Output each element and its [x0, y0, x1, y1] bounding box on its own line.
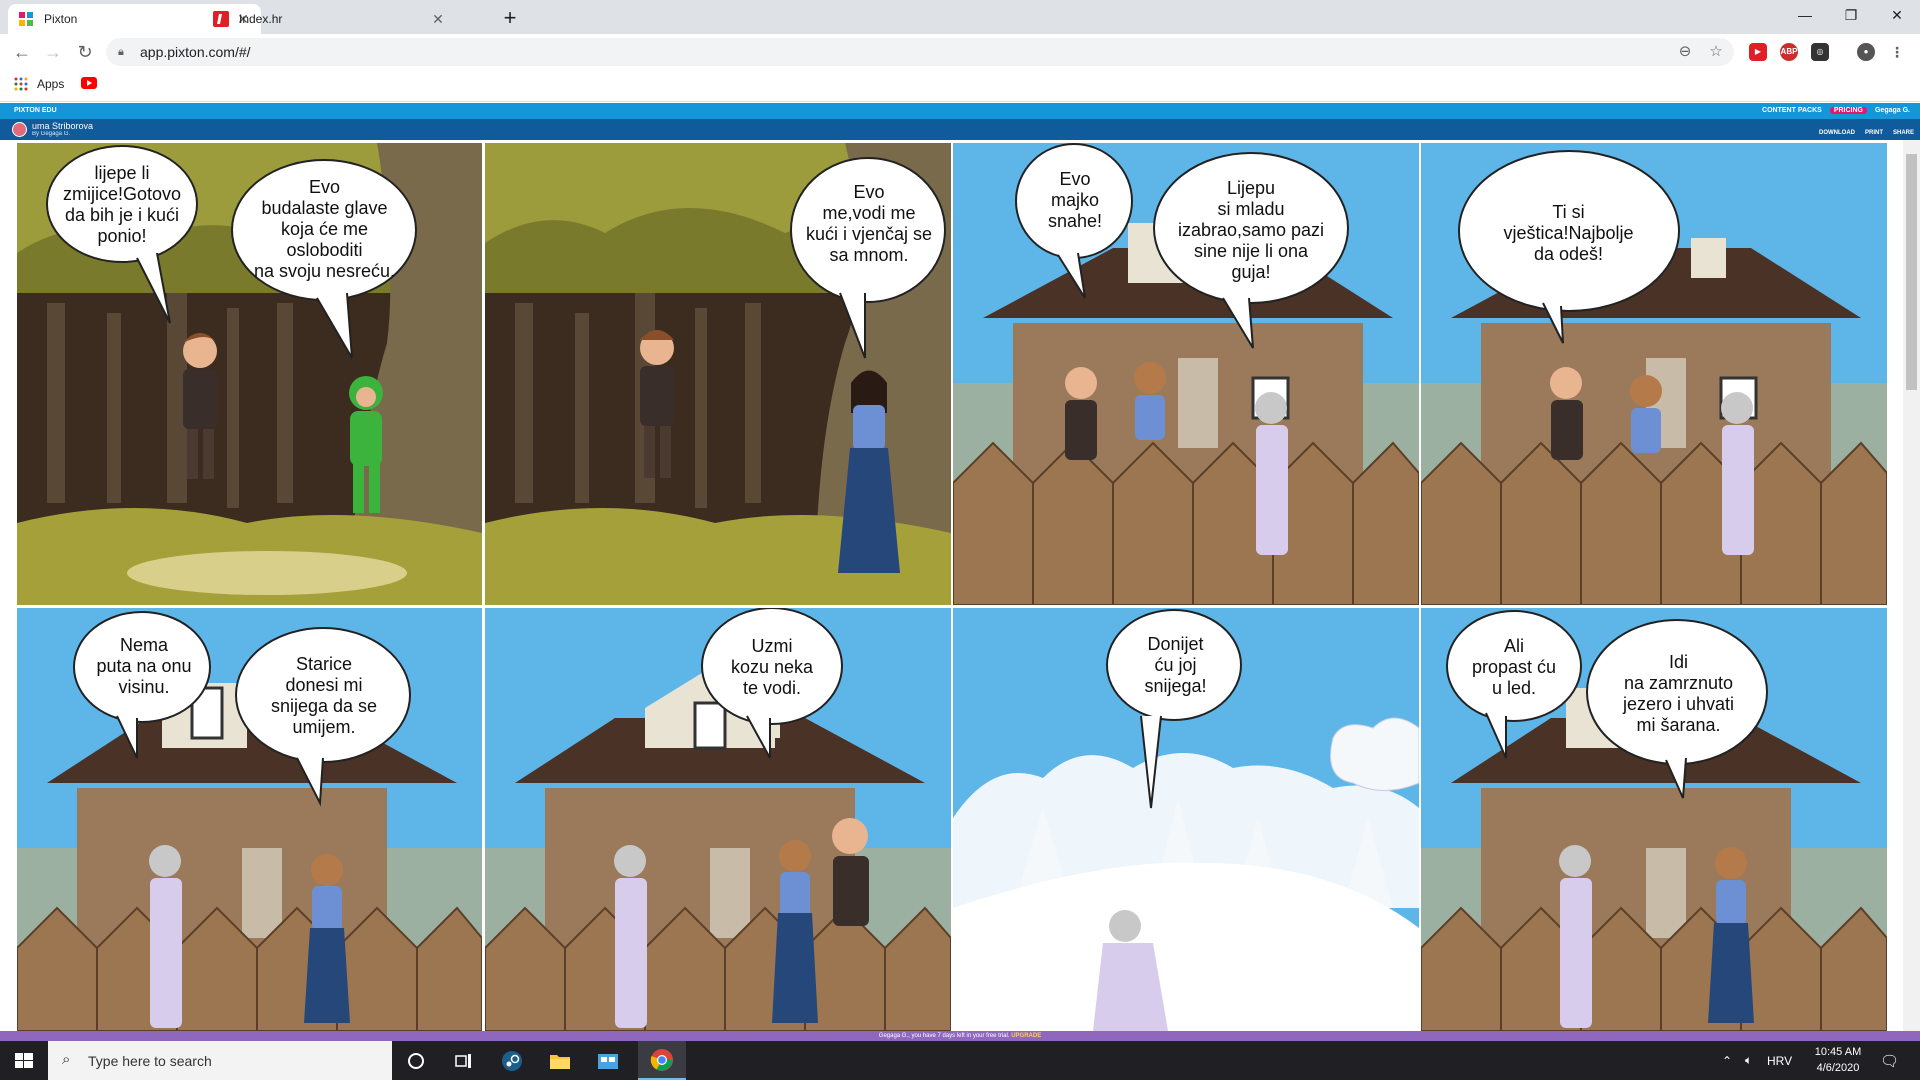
comic-title: uma Striborova — [32, 121, 94, 131]
comic-panel-5[interactable]: Nema puta na onu visinu. Starice donesi … — [17, 608, 482, 1031]
speech-bubble: Starice donesi mi snijega da se umijem. — [270, 654, 378, 737]
user-menu[interactable]: Gegaga G. — [1875, 107, 1910, 114]
tab-index-hr[interactable]: Index.hr ✕ — [203, 4, 456, 34]
volume-icon[interactable]: 🔈︎ — [1745, 1041, 1752, 1080]
content-packs-link[interactable]: CONTENT PACKS — [1762, 107, 1822, 114]
zoom-icon[interactable]: ⊖ — [1675, 42, 1695, 62]
task-view-icon[interactable] — [440, 1041, 488, 1080]
avatar[interactable] — [12, 122, 27, 137]
close-window-button[interactable]: ✕ — [1874, 0, 1920, 30]
language-indicator[interactable]: HRV — [1767, 1041, 1792, 1080]
taskbar-search-box[interactable]: ⌕ Type here to search — [48, 1041, 392, 1080]
clock-time: 10:45 AM — [1814, 1046, 1862, 1058]
speech-bubble: Idi na zamrznuto jezero i uhvati mi šara… — [1622, 651, 1735, 735]
speech-bubble: Evo budalaste glave koja će me oslobodit… — [253, 176, 396, 281]
adblock-icon[interactable]: ABP — [1780, 43, 1798, 61]
comic-panel-3[interactable]: Evo majko snahe! Lijepu si mladu izabrao… — [953, 143, 1419, 605]
clock-date: 4/6/2020 — [1816, 1062, 1860, 1074]
file-explorer-icon[interactable] — [536, 1041, 584, 1080]
share-button[interactable]: SHARE — [1893, 130, 1914, 136]
comic-header: uma Striborova By Gegaga G. DOWNLOAD PRI… — [0, 119, 1920, 140]
comic-canvas: lijepe li zmijice!Gotovo da bih je i kuć… — [0, 140, 1920, 1031]
profile-avatar[interactable]: ● — [1857, 43, 1875, 61]
steam-icon[interactable] — [488, 1041, 536, 1080]
new-tab-button[interactable]: + — [496, 5, 524, 33]
back-arrow-icon[interactable]: ← — [9, 39, 35, 65]
notifications-icon[interactable]: 🗨︎ — [1880, 1041, 1899, 1080]
windows-taskbar: ⌕ Type here to search ⌃ 🔈︎ HRV 10:45 AM … — [0, 1041, 1920, 1080]
index-hr-icon — [213, 11, 229, 27]
tray-chevron-icon[interactable]: ⌃ — [1722, 1041, 1732, 1080]
browser-tab-strip: Pixton ✕ Index.hr ✕ + — ❐ ✕ — [0, 0, 1920, 34]
forward-arrow-icon[interactable]: → — [40, 39, 66, 65]
speech-bubble: lijepe li zmijice!Gotovo da bih je i kuć… — [62, 163, 182, 246]
page-scrollbar[interactable] — [1903, 140, 1920, 1031]
search-placeholder: Type here to search — [88, 1052, 212, 1069]
browser-toolbar: ← → ↻ 🔒︎ app.pixton.com/#/ ⊖ ☆ — [0, 34, 1920, 70]
speech-bubble: Donijet ću joj snijega! — [1144, 634, 1207, 696]
print-button[interactable]: PRINT — [1865, 130, 1883, 136]
menu-dots-icon[interactable]: ⋮ — [1888, 43, 1906, 61]
tab-title: Index.hr — [239, 12, 283, 26]
extension-icon[interactable]: ◎ — [1811, 43, 1829, 61]
comic-panel-7[interactable]: Donijet ću joj snijega! — [953, 608, 1419, 1031]
chrome-taskbar-icon[interactable] — [638, 1041, 686, 1080]
speech-bubble: Ti si vještica!Najbolje da odeš! — [1503, 201, 1634, 264]
lock-icon: 🔒︎ — [118, 46, 124, 58]
bookmarks-bar: Apps — [0, 70, 1920, 102]
pricing-button[interactable]: PRICING — [1829, 107, 1867, 114]
pixton-icon — [19, 12, 33, 26]
speech-bubble: Nema puta na onu visinu. — [96, 634, 192, 697]
speech-bubble: Evo me,vodi me kući i vjenčaj se sa mnom… — [805, 182, 933, 265]
address-bar[interactable]: 🔒︎ app.pixton.com/#/ — [106, 38, 1734, 66]
speech-bubble: Uzmi kozu neka te vodi. — [730, 635, 814, 698]
speech-bubble: Ali propast ću u led. — [1471, 635, 1557, 698]
trial-text: Gegaga G., you have 7 days left in your … — [878, 1033, 1010, 1039]
minimize-button[interactable]: — — [1782, 0, 1828, 30]
apps-label: Apps — [37, 77, 65, 91]
close-tab-icon[interactable]: ✕ — [430, 11, 446, 27]
youtube-bookmark[interactable] — [81, 77, 97, 89]
speech-bubble: Evo majko snahe! — [1047, 168, 1103, 231]
comic-panel-4[interactable]: Ti si vještica!Najbolje da odeš! — [1421, 143, 1887, 605]
extension-icon[interactable]: ▶ — [1749, 43, 1767, 61]
comic-author: By Gegaga G. — [32, 131, 71, 137]
pixton-top-bar: PIXTON EDU CONTENT PACKS PRICING Gegaga … — [0, 103, 1920, 119]
apps-grid-icon — [14, 77, 28, 91]
url-text: app.pixton.com/#/ — [140, 44, 251, 60]
upgrade-link[interactable]: UPGRADE — [1011, 1033, 1041, 1039]
comic-panel-6[interactable]: Uzmi kozu neka te vodi. — [485, 608, 951, 1031]
restore-button[interactable]: ❐ — [1828, 0, 1874, 30]
download-button[interactable]: DOWNLOAD — [1819, 130, 1855, 136]
pixton-brand[interactable]: PIXTON EDU — [14, 107, 57, 114]
youtube-icon — [81, 77, 97, 89]
taskbar-clock[interactable]: 10:45 AM 4/6/2020 — [1800, 1044, 1876, 1076]
trial-banner: Gegaga G., you have 7 days left in your … — [0, 1031, 1920, 1041]
windows-start-button[interactable] — [0, 1041, 48, 1080]
scrollbar-thumb[interactable] — [1906, 154, 1917, 390]
chrome-icon — [650, 1048, 673, 1071]
windows-logo-icon — [15, 1053, 33, 1068]
comic-panel-2[interactable]: Evo me,vodi me kući i vjenčaj se sa mnom… — [485, 143, 951, 605]
speech-bubble: Lijepu si mladu izabrao,samo pazi sine n… — [1177, 178, 1325, 282]
reload-icon[interactable]: ↻ — [72, 39, 98, 65]
store-icon[interactable] — [584, 1041, 632, 1080]
apps-bookmark[interactable]: Apps — [14, 77, 64, 91]
search-icon: ⌕ — [62, 1051, 71, 1068]
bookmark-star-icon[interactable]: ☆ — [1706, 42, 1726, 62]
comic-panel-1[interactable]: lijepe li zmijice!Gotovo da bih je i kuć… — [17, 143, 482, 605]
comic-panel-8[interactable]: Ali propast ću u led. Idi na zamrznuto j… — [1421, 608, 1887, 1031]
cortana-icon[interactable] — [392, 1041, 440, 1080]
